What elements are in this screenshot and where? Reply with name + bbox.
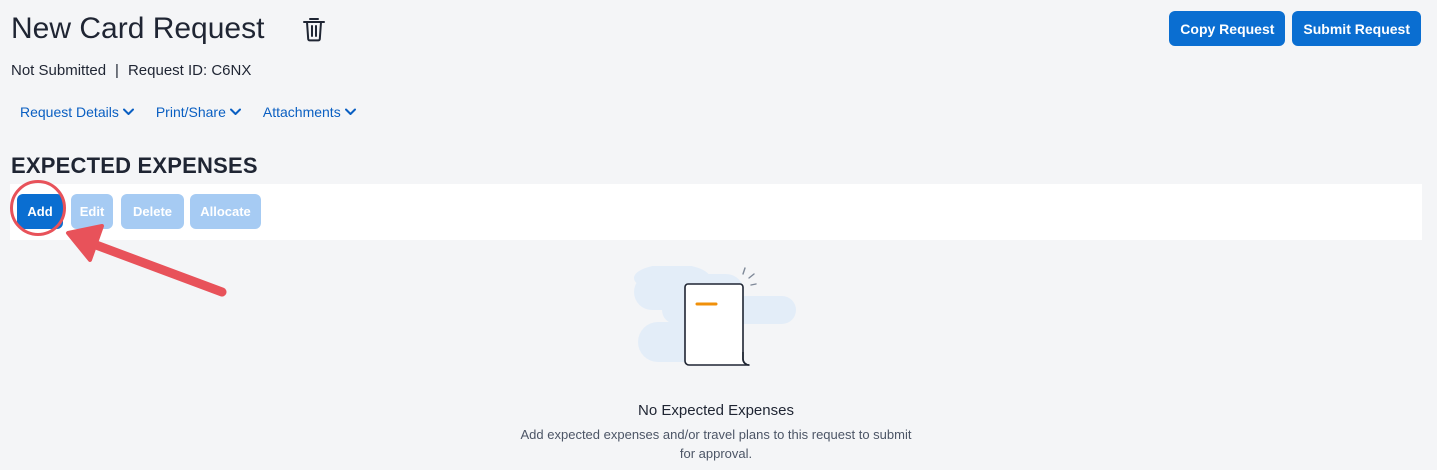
edit-expense-button[interactable]: Edit [71, 194, 113, 229]
submit-request-button[interactable]: Submit Request [1292, 11, 1421, 46]
empty-state-description: Add expected expenses and/or travel plan… [520, 427, 912, 461]
page-title: New Card Request [11, 12, 265, 45]
status-separator: | [115, 62, 119, 79]
allocate-expense-button[interactable]: Allocate [190, 194, 261, 229]
request-details-label: Request Details [20, 104, 119, 120]
chevron-down-icon [344, 108, 356, 115]
empty-document-illustration [634, 266, 796, 366]
request-id: Request ID: C6NX [127, 62, 252, 79]
attachments-label: Attachments [262, 104, 341, 120]
request-details-menu[interactable]: Request Details [20, 104, 134, 120]
expected-expenses-title: EXPECTED EXPENSES [11, 153, 258, 178]
chevron-down-icon [122, 108, 134, 115]
delete-expense-button[interactable]: Delete [121, 194, 184, 229]
copy-request-button[interactable]: Copy Request [1169, 11, 1286, 46]
print-share-label: Print/Share [155, 104, 226, 120]
print-share-menu[interactable]: Print/Share [156, 104, 241, 120]
add-expense-button[interactable]: Add [17, 194, 63, 229]
request-status: Not Submitted [11, 62, 107, 79]
empty-state-title: No Expected Expenses [638, 402, 794, 419]
request-subnav: Request Details Print/Share Attachments [20, 104, 356, 120]
request-status-line: Not Submitted | Request ID: C6NX [11, 62, 251, 79]
chevron-down-icon [229, 108, 241, 115]
trash-icon[interactable] [302, 16, 326, 42]
expenses-toolbar: Add Edit Delete Allocate [10, 184, 1422, 240]
attachments-menu[interactable]: Attachments [263, 104, 356, 120]
header-actions: Copy Request Submit Request [1169, 11, 1421, 46]
